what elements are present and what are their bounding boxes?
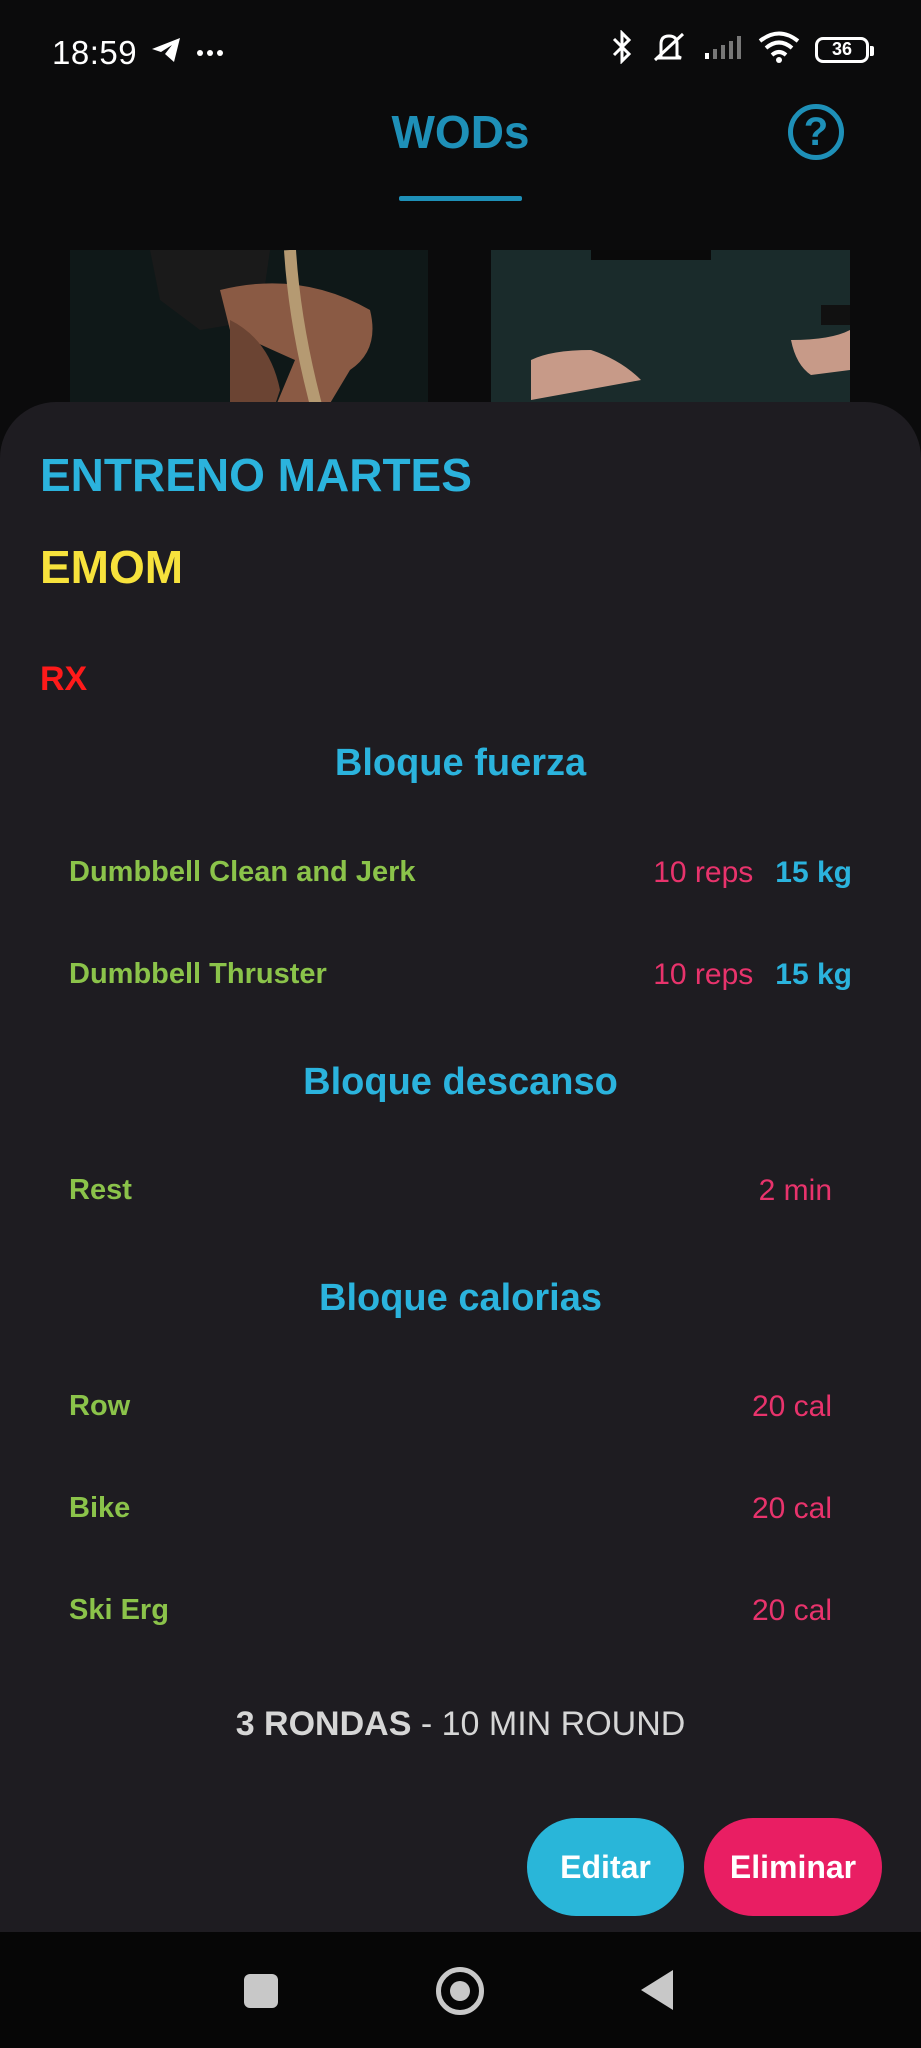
exercise-name: Dumbbell Thruster <box>69 958 327 990</box>
exercise-value: 20 cal <box>751 1390 832 1423</box>
status-time: 18:59 <box>52 34 138 71</box>
wod-detail-sheet <box>0 402 921 1932</box>
battery-icon: 36 <box>815 36 874 63</box>
wifi-icon <box>757 30 801 69</box>
exercise-reps: 10 reps <box>653 856 754 889</box>
bluetooth-icon <box>609 29 635 69</box>
more-icon <box>196 44 224 62</box>
wod-thumbnail-image[interactable] <box>70 250 428 420</box>
edit-button[interactable]: Editar <box>527 1818 684 1916</box>
signal-icon <box>703 33 743 66</box>
wod-summary: 3 RONDAS - 10 MIN ROUND <box>0 1705 921 1744</box>
exercise-name: Ski Erg <box>69 1594 169 1626</box>
page-title: WODs <box>391 106 530 158</box>
telegram-icon <box>150 36 182 69</box>
delete-button[interactable]: Eliminar <box>704 1818 882 1916</box>
hands-floor-image <box>491 250 850 420</box>
back-icon[interactable] <box>641 1970 673 2010</box>
exercise-name: Dumbbell Clean and Jerk <box>69 856 416 888</box>
exercise-row: Dumbbell Thruster 10 reps 15 kg <box>69 958 852 1002</box>
exercise-row: Dumbbell Clean and Jerk 10 reps 15 kg <box>69 856 852 900</box>
athlete-rope-image <box>70 250 428 420</box>
help-button[interactable]: ? <box>788 104 844 160</box>
wod-level: RX <box>40 660 88 698</box>
summary-rounds: 3 RONDAS <box>235 1705 412 1743</box>
status-bar: 18:59 36 <box>0 0 921 110</box>
wod-type: EMOM <box>40 541 184 593</box>
wod-title: ENTRENO MARTES <box>40 449 472 501</box>
exercise-row: Rest 2 min <box>69 1174 852 1218</box>
exercise-row: Row 20 cal <box>69 1390 852 1434</box>
block-title: Bloque descanso <box>303 1061 618 1103</box>
exercise-weight: 15 kg <box>775 958 852 991</box>
exercise-value: 2 min <box>758 1174 832 1207</box>
battery-level: 36 <box>831 39 853 59</box>
summary-round-time: 10 MIN ROUND <box>441 1705 686 1743</box>
home-icon[interactable] <box>436 1967 484 2015</box>
exercise-row: Ski Erg 20 cal <box>69 1594 852 1638</box>
exercise-row: Bike 20 cal <box>69 1492 852 1536</box>
exercise-name: Row <box>69 1390 131 1422</box>
wod-thumbnail-image[interactable] <box>491 250 850 420</box>
exercise-name: Rest <box>69 1174 132 1206</box>
exercise-reps: 10 reps <box>653 958 754 991</box>
exercise-value: 20 cal <box>751 1492 832 1525</box>
exercise-value: 20 cal <box>751 1594 832 1627</box>
summary-separator: - <box>411 1705 442 1743</box>
mute-icon <box>649 30 689 69</box>
exercise-weight: 15 kg <box>775 856 852 889</box>
help-icon: ? <box>803 109 829 154</box>
block-title: Bloque fuerza <box>334 742 587 784</box>
exercise-name: Bike <box>69 1492 131 1524</box>
recents-icon[interactable] <box>244 1974 278 2008</box>
tab-indicator <box>399 196 522 201</box>
block-title: Bloque calorias <box>319 1277 602 1319</box>
